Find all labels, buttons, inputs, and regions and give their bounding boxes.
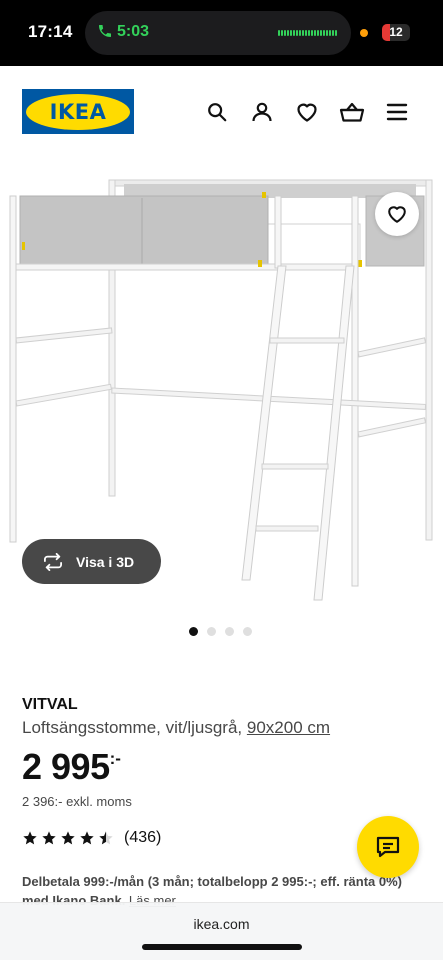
home-indicator[interactable] xyxy=(142,944,302,950)
view-in-3d-label: Visa i 3D xyxy=(76,553,135,570)
call-indicator: 5:03 xyxy=(97,23,149,41)
status-bar: 17:14 5:03 12 xyxy=(0,0,443,66)
rotate-3d-icon xyxy=(44,552,63,571)
gallery-dot[interactable] xyxy=(189,627,198,636)
profile-icon[interactable] xyxy=(249,99,275,125)
search-icon[interactable] xyxy=(204,99,230,125)
product-rating[interactable]: (436) xyxy=(22,829,161,847)
heart-icon xyxy=(388,206,406,223)
view-in-3d-button[interactable]: Visa i 3D xyxy=(22,539,161,584)
site-header: IKEA xyxy=(0,66,443,156)
product-name: VITVAL xyxy=(22,696,78,713)
product-description: Loftsängsstomme, vit/ljusgrå, 90x200 cm xyxy=(22,718,330,738)
battery-icon: 12 xyxy=(382,24,410,41)
star-icon xyxy=(23,831,37,845)
ikea-logo[interactable]: IKEA xyxy=(22,89,134,134)
gallery-dot[interactable] xyxy=(225,627,234,636)
browser-url-bar[interactable]: ikea.com xyxy=(0,902,443,960)
rating-stars xyxy=(22,830,114,846)
chat-icon xyxy=(376,836,400,858)
size-link[interactable]: 90x200 cm xyxy=(247,718,330,737)
url-text[interactable]: ikea.com xyxy=(0,916,443,932)
price-amount: 2 995 xyxy=(22,746,110,787)
gallery-pagination[interactable] xyxy=(189,627,252,636)
logo-text: IKEA xyxy=(49,99,107,124)
price-suffix: :- xyxy=(109,749,121,768)
product-price: 2 995:- xyxy=(22,746,121,788)
loft-bed-illustration xyxy=(9,179,433,601)
rating-count: (436) xyxy=(124,829,162,846)
recording-dot xyxy=(360,29,368,37)
chat-button[interactable] xyxy=(357,816,419,878)
battery-level: 12 xyxy=(389,25,403,39)
call-duration: 5:03 xyxy=(117,23,150,40)
audio-wave-icon xyxy=(278,30,337,36)
product-type: Loftsängsstomme, vit/ljusgrå, xyxy=(22,718,247,737)
star-icon xyxy=(61,831,75,845)
gallery-dot[interactable] xyxy=(207,627,216,636)
menu-icon[interactable] xyxy=(384,99,410,125)
price-excl-vat: 2 396:- exkl. moms xyxy=(22,794,132,809)
star-icon xyxy=(80,831,94,845)
phone-icon xyxy=(99,25,111,37)
add-to-favourites-button[interactable] xyxy=(375,192,419,236)
star-icon xyxy=(42,831,56,845)
basket-icon[interactable] xyxy=(339,99,365,125)
heart-icon[interactable] xyxy=(294,99,320,125)
dynamic-island[interactable]: 5:03 xyxy=(85,11,351,55)
gallery-dot[interactable] xyxy=(243,627,252,636)
status-time: 17:14 xyxy=(28,22,73,41)
half-star-icon xyxy=(99,831,113,845)
